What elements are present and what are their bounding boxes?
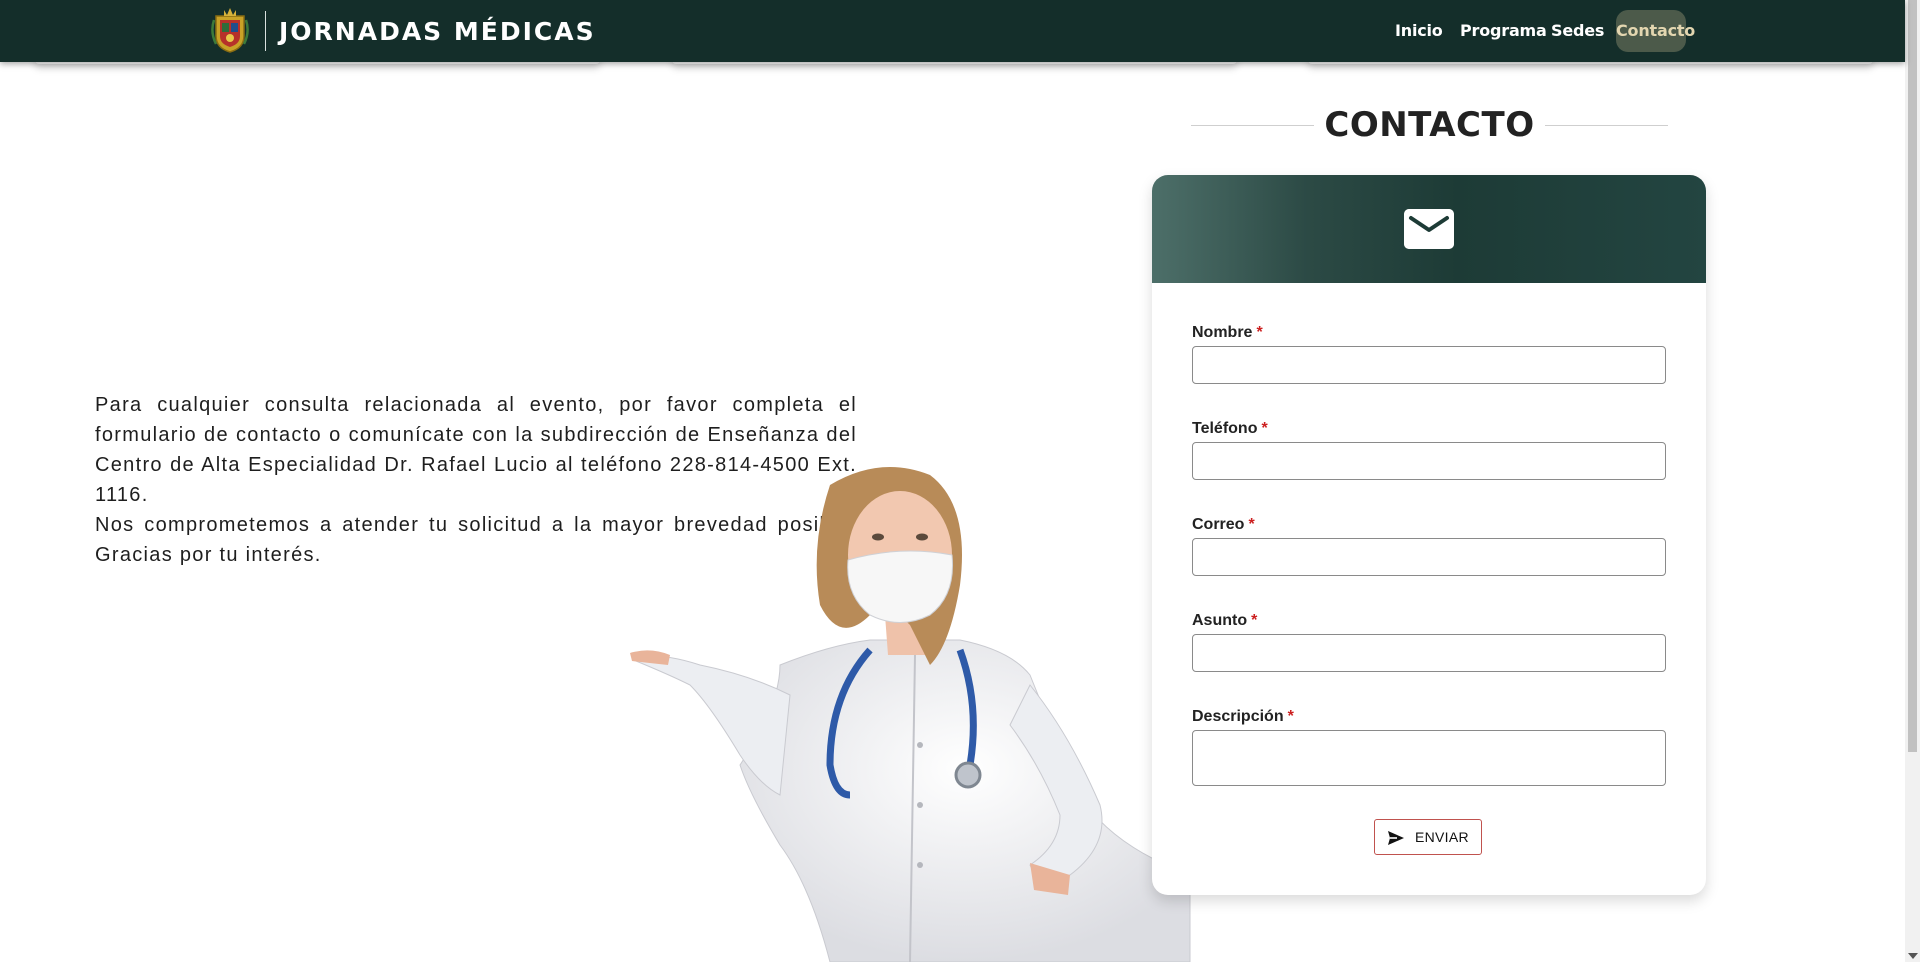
brand-divider	[265, 11, 266, 51]
telefono-label: Teléfono *	[1192, 420, 1268, 437]
required-mark: *	[1261, 420, 1268, 437]
top-navbar: JORNADAS MÉDICAS Inicio Programa Sedes C…	[0, 0, 1905, 62]
correo-field[interactable]	[1192, 538, 1666, 576]
nav-link-sedes[interactable]: Sedes	[1551, 10, 1604, 52]
required-mark: *	[1248, 516, 1255, 533]
scrollbar-thumb[interactable]	[1908, 0, 1917, 752]
nombre-field[interactable]	[1192, 346, 1666, 384]
send-button-label: ENVIAR	[1415, 829, 1469, 845]
contact-form: Nombre * Teléfono * Correo * Asunto * Descri…	[1152, 175, 1706, 895]
nombre-label: Nombre *	[1192, 324, 1263, 341]
required-mark: *	[1287, 708, 1294, 725]
send-button[interactable]: ENVIAR	[1374, 819, 1482, 855]
required-mark: *	[1256, 324, 1263, 341]
state-coat-of-arms-logo[interactable]	[210, 6, 250, 54]
asunto-label: Asunto *	[1192, 612, 1258, 629]
descripcion-label: Descripción *	[1192, 708, 1294, 725]
telefono-field[interactable]	[1192, 442, 1666, 480]
page-scrollbar[interactable]	[1905, 0, 1920, 962]
correo-label: Correo *	[1192, 516, 1255, 533]
nav-link-programa[interactable]: Programa	[1460, 10, 1547, 52]
send-icon	[1388, 831, 1404, 845]
required-mark: *	[1251, 612, 1258, 629]
nav-link-contacto[interactable]: Contacto	[1616, 10, 1695, 52]
form-header	[1152, 175, 1706, 283]
doctor-illustration	[630, 467, 1191, 962]
scroll-down-arrow-icon[interactable]	[1908, 953, 1918, 959]
descripcion-field[interactable]	[1192, 730, 1666, 786]
envelope-icon	[1404, 209, 1454, 249]
nav-link-inicio[interactable]: Inicio	[1395, 10, 1443, 52]
asunto-field[interactable]	[1192, 634, 1666, 672]
brand-title[interactable]: JORNADAS MÉDICAS	[279, 17, 596, 46]
contact-section-heading: CONTACTO	[1191, 105, 1668, 145]
page-title: CONTACTO	[1314, 105, 1545, 145]
